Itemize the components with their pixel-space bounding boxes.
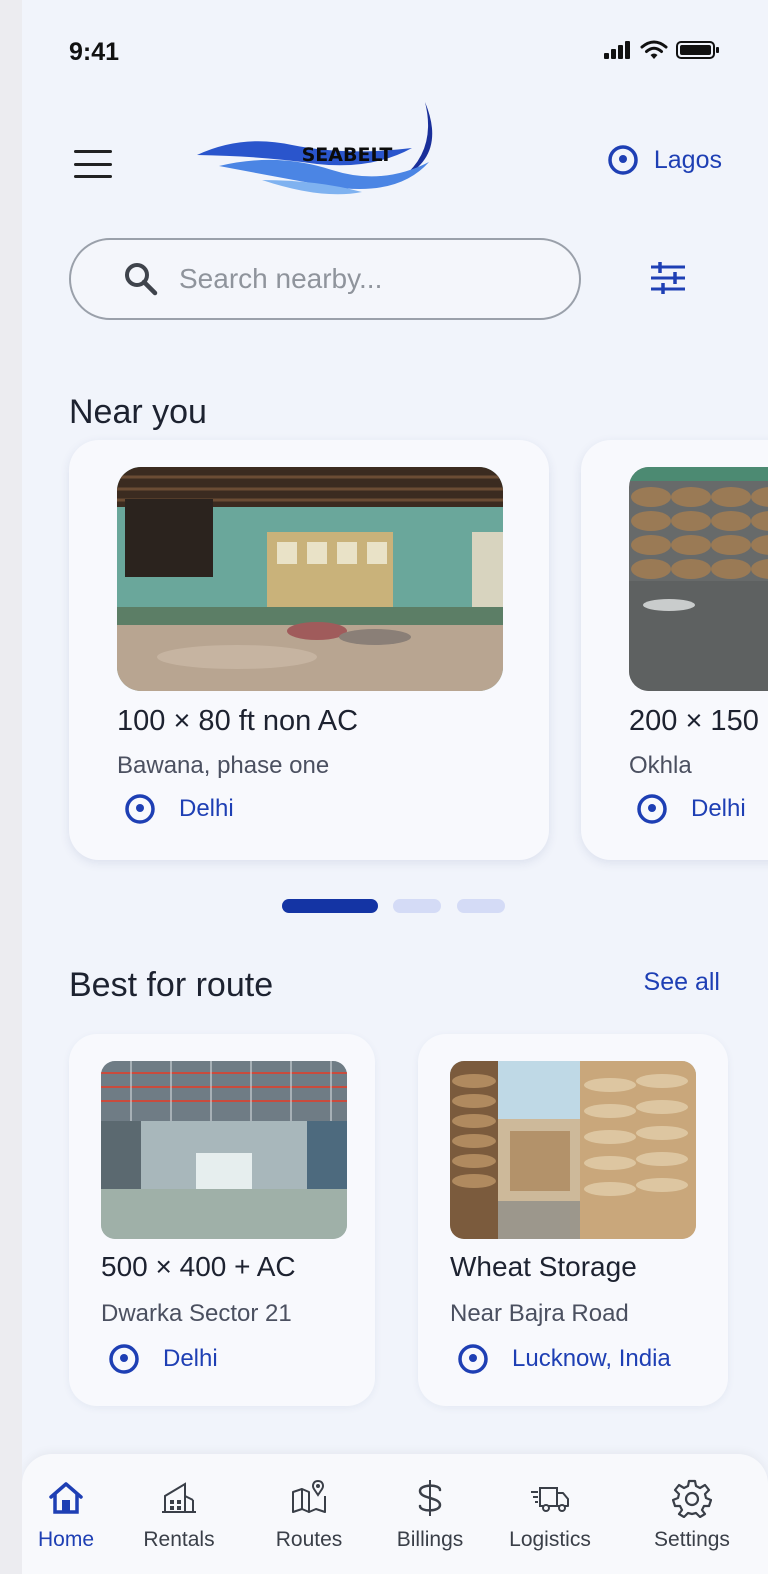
pager-dot-active[interactable] (282, 899, 378, 913)
warehouse-photo (117, 467, 503, 691)
home-icon (49, 1482, 83, 1514)
card-subtitle: Dwarka Sector 21 (101, 1300, 292, 1327)
card-city: Delhi (691, 795, 746, 822)
card-location: Lucknow, India (456, 1342, 671, 1376)
near-card[interactable]: 200 × 150 Okhla Delhi (581, 440, 768, 860)
near-you-title: Near you (69, 393, 207, 431)
card-title: 200 × 150 (629, 705, 759, 737)
building-icon (162, 1482, 196, 1513)
location-label: Lagos (653, 145, 722, 174)
card-subtitle: Bawana, phase one (117, 752, 330, 779)
card-location: Delhi (107, 1342, 218, 1376)
card-title: Wheat Storage (450, 1251, 637, 1282)
nav-routes[interactable]: Routes (266, 1478, 352, 1552)
search-icon (125, 263, 158, 296)
pager-dot[interactable] (457, 899, 505, 913)
location-selector[interactable]: Lagos (606, 143, 722, 177)
nav-label: Rentals (143, 1528, 215, 1551)
warehouse-photo (450, 1061, 696, 1239)
card-city: Delhi (163, 1345, 218, 1372)
best-for-route-title: Best for route (69, 966, 274, 1004)
gear-icon (672, 1479, 712, 1518)
nav-billings[interactable]: Billings (388, 1478, 472, 1552)
filter-icon[interactable] (647, 258, 689, 300)
card-title: 500 × 400 + AC (101, 1251, 296, 1282)
app-screen: 9:41 SEABELT Lagos Search nearby... Near… (22, 0, 768, 1574)
route-card[interactable]: 500 × 400 + AC Dwarka Sector 21 Delhi (69, 1034, 375, 1406)
location-pin-icon (608, 145, 638, 175)
location-pin-icon (125, 794, 155, 824)
search-input[interactable]: Search nearby... (69, 238, 581, 320)
warehouse-photo (629, 467, 768, 691)
seabelt-logo: SEABELT (197, 102, 433, 195)
status-time: 9:41 (69, 38, 120, 66)
nav-label: Home (37, 1528, 95, 1551)
dollar-icon (418, 1480, 442, 1516)
wifi-icon (640, 40, 668, 59)
truck-icon (531, 1487, 569, 1512)
signal-icon (604, 41, 630, 59)
pager-dot[interactable] (393, 899, 441, 913)
search-placeholder: Search nearby... (179, 263, 383, 294)
location-pin-icon (458, 1344, 488, 1374)
nav-settings[interactable]: Settings (642, 1478, 742, 1552)
card-subtitle: Okhla (629, 752, 692, 779)
card-location: Delhi (635, 792, 746, 826)
nav-logistics[interactable]: Logistics (498, 1478, 602, 1552)
route-card[interactable]: Wheat Storage Near Bajra Road Lucknow, I… (418, 1034, 728, 1406)
card-location: Delhi (123, 792, 234, 826)
warehouse-photo (101, 1061, 347, 1239)
near-card[interactable]: 100 × 80 ft non AC Bawana, phase one Del… (69, 440, 549, 860)
menu-icon[interactable] (74, 150, 112, 178)
see-all-link[interactable]: See all (644, 968, 720, 997)
status-icons (604, 40, 720, 60)
nav-rentals[interactable]: Rentals (134, 1478, 224, 1552)
location-pin-icon (109, 1344, 139, 1374)
location-pin-icon (637, 794, 667, 824)
nav-label: Settings (654, 1528, 730, 1551)
bottom-nav: Home Rentals Routes Billings Logistics S… (22, 1454, 768, 1574)
card-city: Lucknow, India (512, 1345, 671, 1372)
card-city: Delhi (179, 795, 234, 822)
nav-label: Routes (275, 1528, 343, 1551)
card-subtitle: Near Bajra Road (450, 1300, 629, 1327)
map-icon (292, 1479, 326, 1513)
svg-text:SEABELT: SEABELT (302, 144, 393, 166)
nav-home[interactable]: Home (32, 1478, 100, 1552)
battery-icon (676, 41, 719, 59)
nav-label: Logistics (509, 1528, 591, 1551)
card-title: 100 × 80 ft non AC (117, 705, 359, 737)
nav-label: Billings (396, 1528, 464, 1551)
